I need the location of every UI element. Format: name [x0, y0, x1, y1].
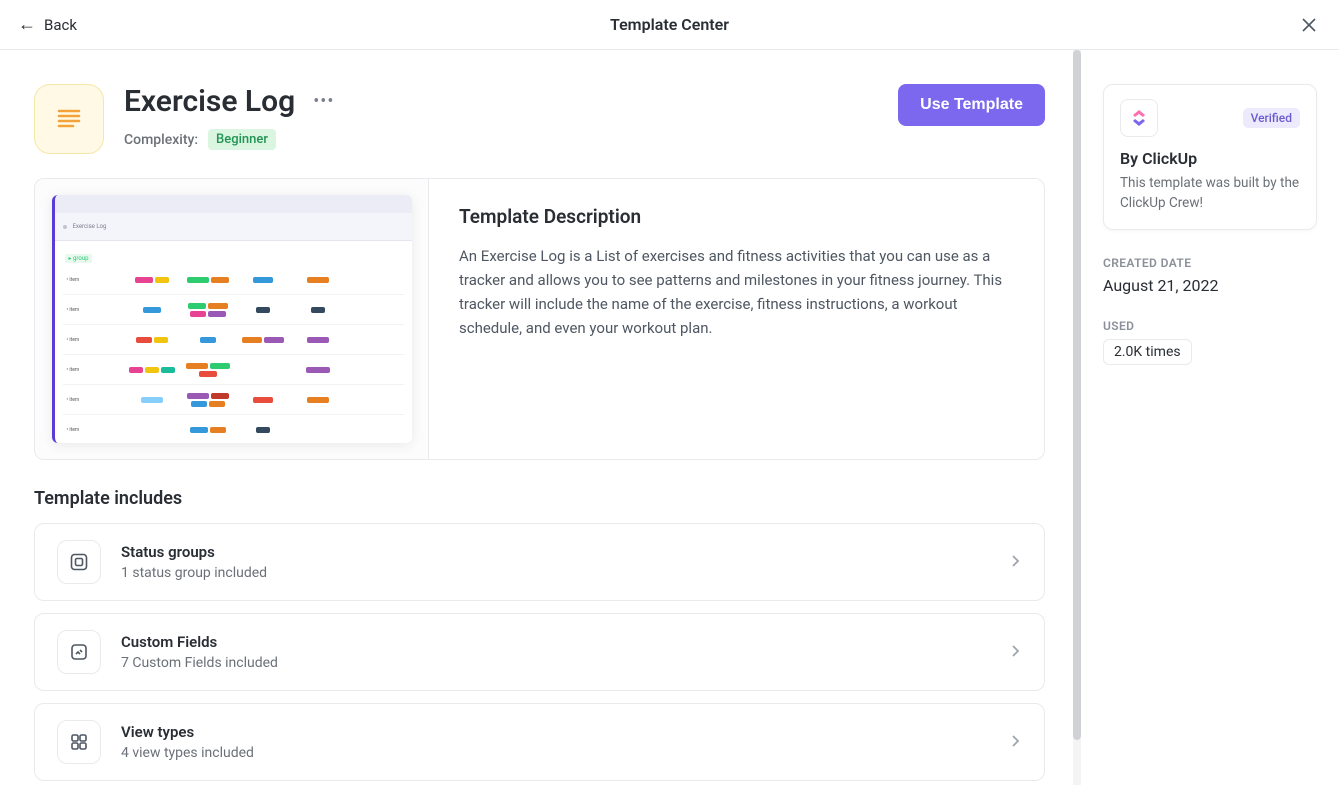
author-description: This template was built by the ClickUp C… — [1120, 174, 1300, 213]
side-panel: Verified By ClickUp This template was bu… — [1081, 50, 1339, 785]
view-types-icon — [57, 720, 101, 764]
description-body: An Exercise Log is a List of exercises a… — [459, 244, 1014, 340]
includes-heading: Template includes — [34, 488, 1045, 509]
template-title: Exercise Log — [124, 84, 295, 119]
include-title: Custom Fields — [121, 633, 1008, 651]
include-custom-fields[interactable]: Custom Fields 7 Custom Fields included — [34, 613, 1045, 691]
template-preview: Exercise Log ▸ group • item • item — [35, 179, 429, 459]
include-subtitle: 4 view types included — [121, 745, 1008, 761]
created-date-label: CREATED DATE — [1103, 256, 1317, 270]
created-date-value: August 21, 2022 — [1103, 276, 1317, 295]
arrow-left-icon: ← — [18, 16, 36, 34]
description-card: Exercise Log ▸ group • item • item — [34, 178, 1045, 460]
include-subtitle: 1 status group included — [121, 565, 1008, 581]
list-lines-icon — [51, 101, 87, 137]
back-label: Back — [44, 16, 77, 34]
include-title: Status groups — [121, 543, 1008, 561]
chevron-right-icon — [1008, 553, 1022, 572]
description-heading: Template Description — [459, 205, 1014, 228]
main-scrollbar[interactable] — [1073, 50, 1081, 785]
back-button[interactable]: ← Back — [18, 16, 77, 34]
template-icon — [34, 84, 104, 154]
include-title: View types — [121, 723, 1008, 741]
include-subtitle: 7 Custom Fields included — [121, 655, 1008, 671]
include-view-types[interactable]: View types 4 view types included — [34, 703, 1045, 781]
scrollbar-thumb[interactable] — [1073, 50, 1081, 740]
include-status-groups[interactable]: Status groups 1 status group included — [34, 523, 1045, 601]
clickup-logo — [1120, 99, 1158, 137]
topbar: ← Back Template Center — [0, 0, 1339, 50]
clickup-logo-icon — [1129, 108, 1149, 128]
close-icon — [1301, 17, 1317, 33]
page-title: Template Center — [610, 15, 729, 34]
author-card: Verified By ClickUp This template was bu… — [1103, 84, 1317, 230]
custom-fields-icon — [57, 630, 101, 674]
used-count: 2.0K times — [1103, 339, 1192, 365]
author-name: By ClickUp — [1120, 149, 1300, 168]
complexity-badge: Beginner — [208, 129, 276, 150]
used-label: USED — [1103, 319, 1317, 333]
use-template-button[interactable]: Use Template — [898, 84, 1045, 126]
verified-badge: Verified — [1243, 108, 1300, 128]
preview-thumbnail: Exercise Log ▸ group • item • item — [52, 195, 412, 443]
main-content: Exercise Log ••• Complexity: Beginner Us… — [0, 50, 1073, 785]
complexity-label: Complexity: — [124, 132, 198, 148]
chevron-right-icon — [1008, 643, 1022, 662]
close-button[interactable] — [1297, 13, 1321, 37]
template-header: Exercise Log ••• Complexity: Beginner Us… — [34, 84, 1045, 154]
chevron-right-icon — [1008, 733, 1022, 752]
status-groups-icon — [57, 540, 101, 584]
more-options-button[interactable]: ••• — [313, 91, 334, 112]
